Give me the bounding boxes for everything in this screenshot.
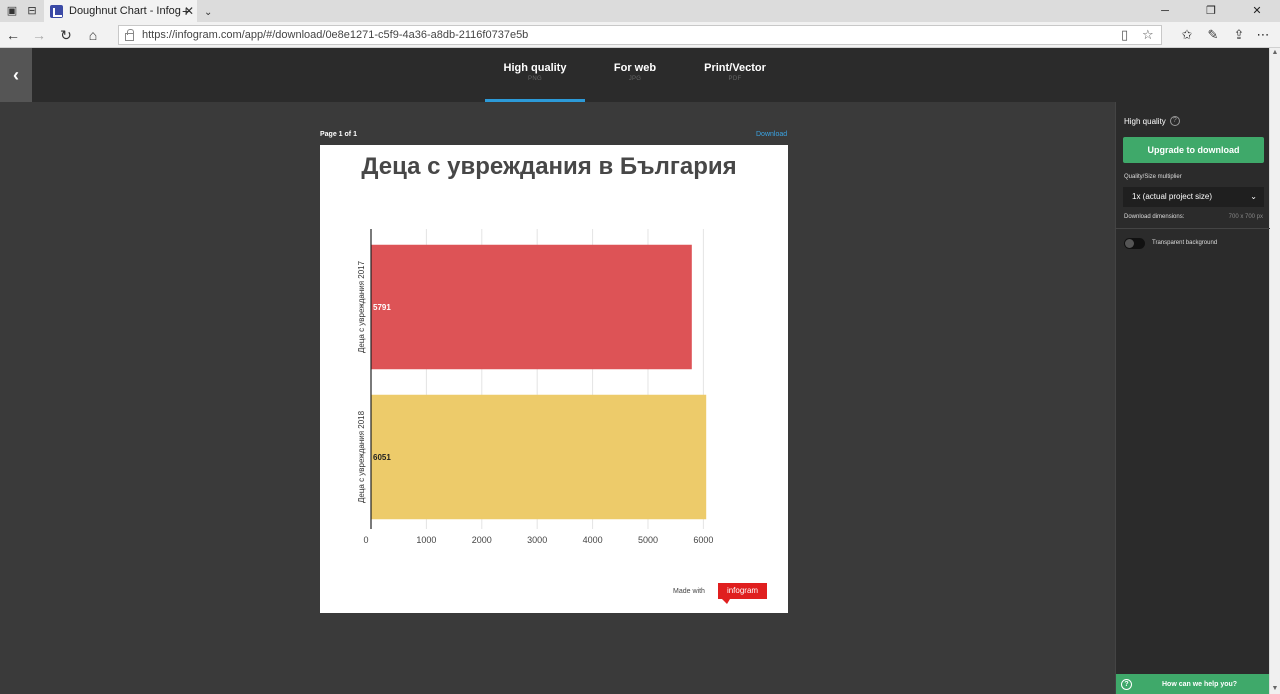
bar-chart: 0 1000 2000 3000 4000 5000 6000 5791 Деца с увре… xyxy=(357,229,713,545)
more-menu-icon[interactable]: ⋯ xyxy=(1255,26,1271,44)
tab-high-quality[interactable]: High quality PNG xyxy=(485,48,585,102)
tab-actions-icon[interactable]: ▣ xyxy=(5,4,19,18)
upgrade-button[interactable]: Upgrade to download xyxy=(1123,137,1264,163)
bar xyxy=(371,394,707,520)
x-tick-label: 6000 xyxy=(693,535,713,545)
minimize-icon[interactable]: ─ xyxy=(1142,0,1188,22)
lock-icon xyxy=(125,28,134,41)
chart-page: Деца с увреждания в България 0 1000 2000 30… xyxy=(320,145,788,613)
x-tick-label: 0 xyxy=(363,535,368,545)
dimensions-label: Download dimensions: xyxy=(1124,214,1185,220)
category-label: Деца с увреждания 2018 xyxy=(357,410,366,503)
address-bar: ← → ↻ ⌂ https://infogram.com/app/#/downl… xyxy=(0,22,1280,48)
question-icon[interactable]: ? xyxy=(1169,116,1180,126)
close-window-icon[interactable]: ✕ xyxy=(1234,0,1280,22)
tab-label: Print/Vector xyxy=(704,62,766,74)
reading-view-icon[interactable]: ▯ xyxy=(1121,27,1128,43)
infogram-logo[interactable]: infogram xyxy=(718,583,767,604)
favorites-list-icon[interactable]: ✩ xyxy=(1179,26,1195,44)
browser-tab[interactable]: Doughnut Chart - Infog ✕ xyxy=(44,0,197,22)
back-chevron-icon[interactable]: ‹ xyxy=(0,48,32,102)
url-text: https://infogram.com/app/#/download/0e8e… xyxy=(142,29,529,41)
help-question-icon: ? xyxy=(1121,678,1132,690)
download-options-panel: High quality ? Upgrade to download Quali… xyxy=(1115,102,1270,694)
panel-title-text: High quality xyxy=(1124,116,1166,126)
x-tick-label: 1000 xyxy=(416,535,436,545)
chevron-down-icon: ⌄ xyxy=(1250,192,1257,201)
transparent-label: Transparent background xyxy=(1152,240,1218,246)
help-bar-label: How can we help you? xyxy=(1162,680,1238,688)
panel-title: High quality ? xyxy=(1124,116,1180,126)
quality-value: 1x (actual project size) xyxy=(1132,192,1213,201)
bar xyxy=(371,244,692,370)
x-tick-label: 5000 xyxy=(638,535,658,545)
new-tab-icon[interactable]: + xyxy=(182,2,190,20)
tab-title: Doughnut Chart - Infog xyxy=(69,5,181,17)
tab-label: High quality xyxy=(503,62,567,74)
x-tick-label: 3000 xyxy=(527,535,547,545)
page-scrollbar[interactable]: ▲ ▼ xyxy=(1269,48,1280,694)
tab-format: JPG xyxy=(628,76,642,82)
favorite-star-icon[interactable]: ☆ xyxy=(1142,27,1154,43)
quality-label: Quality/Size multiplier xyxy=(1124,174,1182,180)
refresh-icon[interactable]: ↻ xyxy=(57,26,75,44)
help-chat-button[interactable]: ? How can we help you? xyxy=(1116,674,1269,694)
download-link[interactable]: Download xyxy=(756,131,787,138)
scroll-down-icon[interactable]: ▼ xyxy=(1270,684,1280,694)
scroll-up-icon[interactable]: ▲ xyxy=(1270,48,1280,58)
tab-print-vector[interactable]: Print/Vector PDF xyxy=(685,48,785,102)
restore-icon[interactable]: ❐ xyxy=(1188,0,1234,22)
divider xyxy=(1116,228,1270,229)
tab-for-web[interactable]: For web JPG xyxy=(585,48,685,102)
bar-value-label: 5791 xyxy=(373,303,391,312)
infogram-favicon-icon xyxy=(50,4,63,18)
preview-area: Page 1 of 1 Download Деца с увреждания в… xyxy=(0,102,1115,694)
download-header: ‹ High quality PNG For web JPG Print/Vec… xyxy=(0,48,1269,102)
bar-value-label: 6051 xyxy=(373,453,391,462)
tab-format: PNG xyxy=(528,76,542,82)
transparent-toggle[interactable] xyxy=(1124,238,1145,249)
back-arrow-icon[interactable]: ← xyxy=(4,26,22,44)
pen-icon[interactable]: ✎ xyxy=(1205,26,1221,44)
category-label: Деца с увреждания 2017 xyxy=(357,260,366,353)
browser-titlebar: ▣ ⊟ Doughnut Chart - Infog ✕ + ⌄ ─ ❐ ✕ xyxy=(0,0,1280,22)
x-tick-label: 4000 xyxy=(583,535,603,545)
dimensions-value: 700 x 700 px xyxy=(1228,214,1263,220)
x-tick-label: 2000 xyxy=(472,535,492,545)
url-field[interactable]: https://infogram.com/app/#/download/0e8e… xyxy=(118,25,1162,45)
tab-list-chevron-icon[interactable]: ⌄ xyxy=(204,4,212,22)
set-aside-tabs-icon[interactable]: ⊟ xyxy=(25,4,39,18)
tab-format: PDF xyxy=(728,76,742,82)
forward-arrow-icon[interactable]: → xyxy=(30,26,48,44)
quality-select[interactable]: 1x (actual project size) ⌄ xyxy=(1123,187,1264,207)
home-icon[interactable]: ⌂ xyxy=(84,26,102,44)
page-label: Page 1 of 1 xyxy=(320,131,357,138)
share-icon[interactable]: ⇪ xyxy=(1231,26,1247,44)
tab-label: For web xyxy=(613,62,657,74)
made-with-label: Made with xyxy=(673,588,705,595)
